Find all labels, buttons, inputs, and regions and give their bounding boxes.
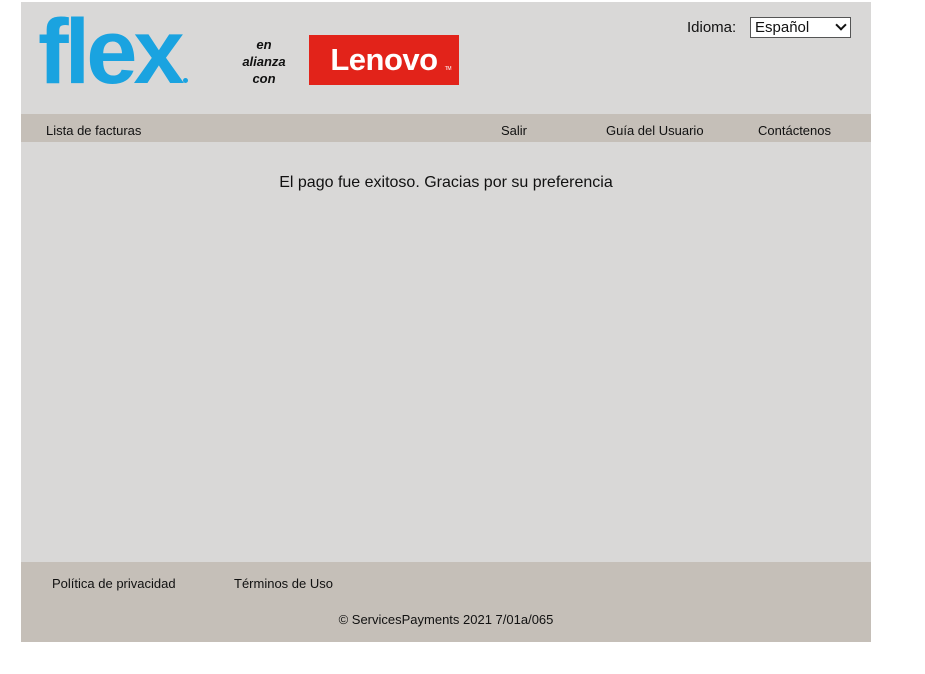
language-select[interactable]: Español [750,17,851,38]
nav-invoice-list[interactable]: Lista de facturas [46,123,141,138]
chevron-down-icon [835,19,847,31]
nav-bar: Lista de facturas Salir Guía del Usuario… [21,114,871,142]
nav-user-guide[interactable]: Guía del Usuario [606,123,704,138]
payment-success-message: El pago fue exitoso. Gracias por su pref… [279,174,613,191]
nav-contact[interactable]: Contáctenos [758,123,831,138]
alliance-line-1: en [256,37,272,52]
language-selected-value: Español [755,19,810,36]
alliance-line-2: alianza [242,54,286,69]
language-label: Idioma: [687,19,737,36]
flex-logo-text: flex [38,1,185,103]
lenovo-logo-text: Lenovo [330,42,438,77]
lenovo-trademark: TM [444,66,452,72]
terms-of-use-link[interactable]: Términos de Uso [234,576,333,591]
page-frame: flex en alianza con Lenovo TM Idioma: Es… [21,2,871,642]
alliance-text: en alianza con [233,36,295,87]
header: flex en alianza con Lenovo TM Idioma: Es… [21,2,871,114]
footer: Política de privacidad Términos de Uso ©… [21,562,871,642]
nav-logout[interactable]: Salir [501,123,527,138]
flex-logo: flex [38,6,188,98]
copyright-text: © ServicesPayments 2021 7/01a/065 [338,612,554,627]
lenovo-logo: Lenovo TM [309,35,459,85]
privacy-policy-link[interactable]: Política de privacidad [52,576,176,591]
alliance-line-3: con [252,71,276,86]
flex-logo-dot [182,78,188,83]
